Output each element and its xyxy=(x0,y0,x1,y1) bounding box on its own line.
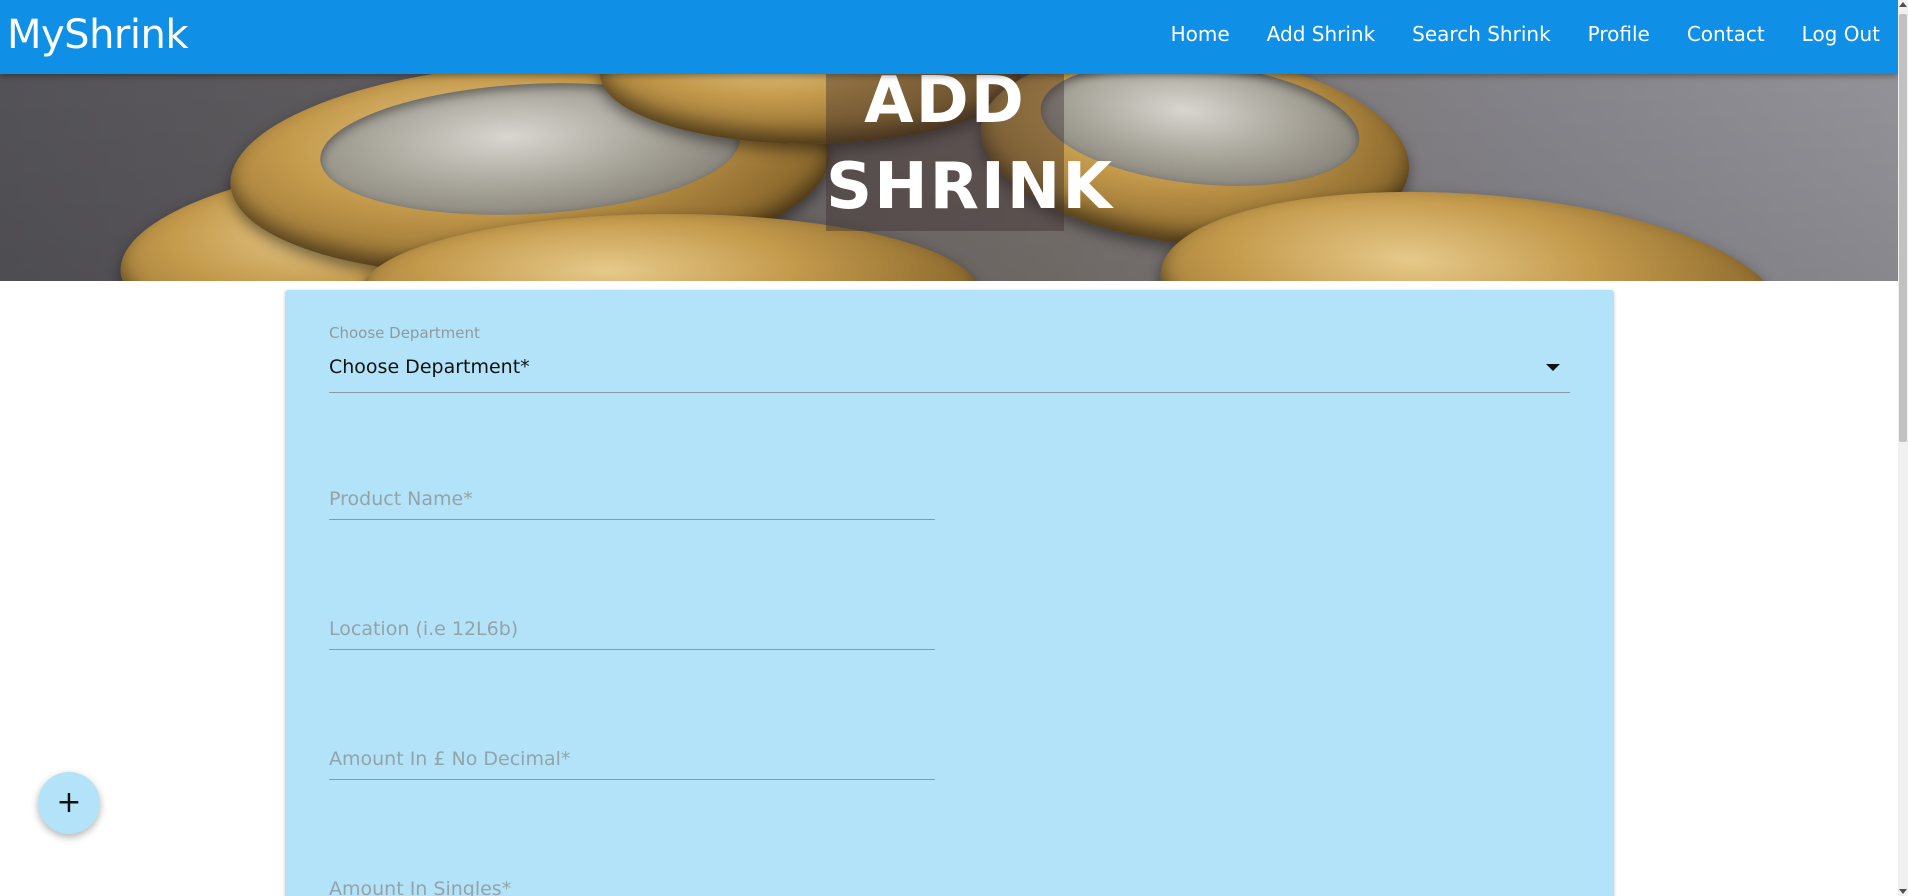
nav-log-out[interactable]: Log Out xyxy=(1802,22,1880,46)
brand-logo[interactable]: MyShrink xyxy=(7,0,189,70)
nav-links: Home Add Shrink Search Shrink Profile Co… xyxy=(1134,0,1880,68)
nav-add-shrink[interactable]: Add Shrink xyxy=(1267,22,1376,46)
scroll-up-arrow-icon[interactable] xyxy=(1899,2,1907,7)
department-select[interactable]: Choose Department* xyxy=(329,350,1570,393)
product-name-input[interactable] xyxy=(329,479,935,519)
product-name-field xyxy=(329,479,935,520)
plus-icon: + xyxy=(56,785,82,820)
nav-search-shrink[interactable]: Search Shrink xyxy=(1412,22,1550,46)
nav-profile[interactable]: Profile xyxy=(1588,22,1650,46)
nav-contact[interactable]: Contact xyxy=(1687,22,1765,46)
caret-down-icon xyxy=(1546,364,1560,371)
amount-pounds-field xyxy=(329,739,935,780)
location-field xyxy=(329,609,935,650)
page-scrollbar[interactable] xyxy=(1898,0,1908,896)
add-shrink-form: Choose Department Choose Department* xyxy=(285,290,1614,896)
hero-banner: ADD SHRINK xyxy=(0,74,1898,281)
page-title: ADD SHRINK xyxy=(826,74,1112,231)
add-fab-button[interactable]: + xyxy=(38,772,100,834)
navbar: MyShrink Home Add Shrink Search Shrink P… xyxy=(0,0,1898,74)
nav-home[interactable]: Home xyxy=(1171,22,1230,46)
department-select-group: Choose Department Choose Department* xyxy=(329,324,1570,393)
amount-singles-input[interactable] xyxy=(329,869,935,896)
scroll-down-arrow-icon[interactable] xyxy=(1899,889,1907,894)
page: MyShrink Home Add Shrink Search Shrink P… xyxy=(0,0,1908,896)
department-selected-value: Choose Department* xyxy=(329,356,530,378)
department-label: Choose Department xyxy=(329,324,480,342)
location-input[interactable] xyxy=(329,609,935,649)
amount-singles-field xyxy=(329,869,935,896)
amount-pounds-input[interactable] xyxy=(329,739,935,779)
scrollbar-thumb[interactable] xyxy=(1899,14,1907,442)
